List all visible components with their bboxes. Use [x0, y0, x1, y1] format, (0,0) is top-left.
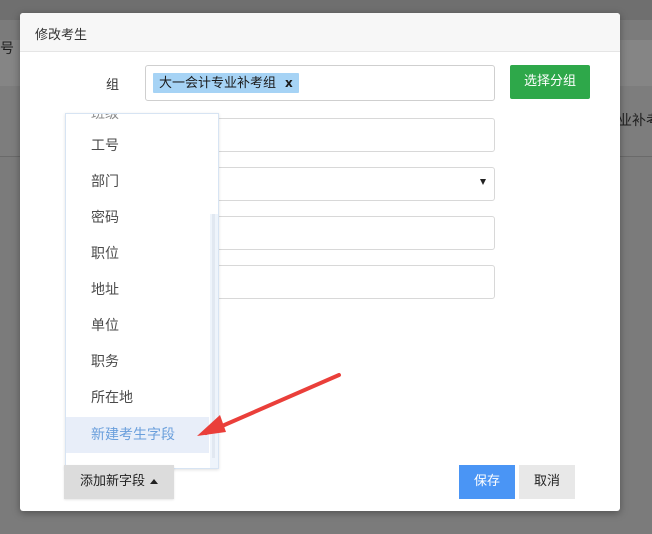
arrow-shaft — [204, 373, 341, 435]
caret-up-icon — [150, 479, 158, 484]
add-new-field-button[interactable]: 添加新字段 — [64, 465, 174, 499]
dropdown-item[interactable]: 部门 — [66, 164, 209, 200]
dialog-title: 修改考生 — [35, 28, 88, 43]
dialog-header: 修改考生 — [20, 13, 620, 52]
group-tag-remove-button[interactable]: x — [285, 76, 293, 90]
dropdown-item[interactable]: 职位 — [66, 236, 209, 272]
dropdown-item[interactable]: 工号 — [66, 128, 209, 164]
dropdown-item[interactable]: 职务 — [66, 344, 209, 380]
select-group-button[interactable]: 选择分组 — [510, 65, 590, 99]
dropdown-scrollbar-thumb[interactable] — [212, 214, 215, 458]
dropdown-item[interactable]: 地址 — [66, 272, 209, 308]
group-tag: 大一会计专业补考组 x — [153, 73, 299, 93]
group-tag-label: 大一会计专业补考组 — [159, 76, 277, 91]
dropdown-item[interactable]: 密码 — [66, 200, 209, 236]
dropdown-item[interactable]: 单位 — [66, 308, 209, 344]
add-field-dropdown: 班级 工号 部门 密码 职位 地址 单位 职务 所在地 新建考生字段 — [65, 113, 219, 469]
group-input[interactable]: 大一会计专业补考组 x — [145, 65, 495, 101]
dropdown-item[interactable]: 所在地 — [66, 380, 209, 416]
dropdown-item-new-field[interactable]: 新建考生字段 — [66, 417, 209, 453]
save-button[interactable]: 保存 — [459, 465, 515, 499]
caret-down-icon — [480, 179, 486, 185]
group-label: 组 — [106, 78, 120, 93]
cancel-button[interactable]: 取消 — [519, 465, 575, 499]
background-left-text: 号 — [0, 41, 14, 57]
edit-examinee-dialog: 修改考生 组 大一会计专业补考组 x 选择分组 班级 工号 部门 密码 职位 地址… — [20, 13, 620, 511]
add-new-field-label: 添加新字段 — [79, 474, 145, 489]
background-right-text: 业补考 — [618, 113, 652, 129]
